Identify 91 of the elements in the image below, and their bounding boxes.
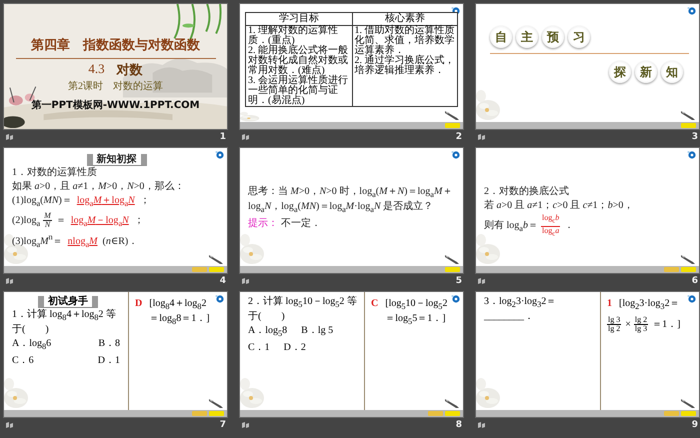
transition-icon[interactable]: [477, 277, 486, 285]
slide-text: B．lg 5: [301, 325, 334, 336]
slide-text: 3．log$_{2}$3·log$_{3}$2＝________．: [484, 296, 556, 322]
pen-icon: [680, 254, 696, 265]
slide-text: ．: [564, 220, 574, 232]
fraction-text: M N: [43, 212, 52, 229]
slide-text: [log$_{5}$10－log$_{5}$2＝log$_{5}$5＝1．]: [385, 298, 448, 328]
slide-thumbnail[interactable]: 第四章 指数函数与对数函数 4.3 对数 第2课时 对数的运算 第一PPT模板网-WWW.1PPT.COM: [3, 3, 228, 130]
answer-text: log$_{a}$M－log$_{a}$N: [70, 214, 130, 226]
slide-text: D．1: [98, 355, 120, 367]
slide-number: 8: [456, 420, 462, 430]
transition-icon[interactable]: [5, 421, 14, 429]
transition-icon[interactable]: [5, 277, 14, 285]
slide-number: 5: [456, 276, 462, 286]
slide-text: (1)log$_{a}$(MN)＝: [12, 195, 72, 206]
title-character: 习: [568, 26, 590, 48]
table-header: 核心素养: [352, 13, 457, 26]
slide-text: 思考：当 M>0，N>0 时，log$_{a}$(M＋N)＝log$_{a}$M＋log$_{a}$N，log$_{a}$(MN)＝log$_{a}$M·log$_{a}$N 是否成立？: [248, 186, 452, 212]
slide-text: A．log$_{8}$6: [12, 338, 52, 353]
slide-text: D．2: [284, 342, 306, 353]
slide-text: ；: [140, 195, 150, 206]
slide-number: 1: [220, 132, 226, 142]
slide-text: ＝1．]: [652, 318, 680, 330]
slide-text: [log$_{2}$3·log$_{3}$2＝: [619, 298, 680, 313]
pen-icon: [680, 110, 696, 121]
lesson-number: 4.3: [88, 61, 105, 78]
fraction-text: lg 2 lg 3: [634, 316, 648, 333]
pen-icon: [444, 110, 460, 121]
lesson-title: 对数: [116, 61, 143, 79]
slide-text: [log$_{8}$4＋log$_{8}$2＝log$_{8}$8＝1．]: [149, 298, 211, 328]
slide-text: 1．计算 log$_{8}$4＋log$_{8}$2 等于( ): [12, 309, 116, 335]
slide-text: B．8: [98, 338, 120, 351]
slide-number: 2: [456, 132, 462, 142]
slide-number: 9: [692, 420, 698, 430]
slide-text: A．log$_{5}$8: [248, 325, 288, 336]
site-text: 第一PPT模板网-WWW.1PPT.COM: [31, 98, 200, 112]
fraction-text: lg 3 lg 2: [607, 316, 622, 333]
slide-text: 如果 a>0，且 a≠1，M>0，N>0，那么：: [12, 181, 184, 192]
fraction-text: log$_{c}$b log$_{c}$a: [540, 214, 560, 238]
slide-text: 若 a>0 且 a≠1；c>0 且 c≠1；b>0，: [484, 200, 634, 211]
transition-icon[interactable]: [477, 421, 486, 429]
hint-label: 提示：: [248, 218, 278, 229]
slide-number: 6: [692, 276, 698, 286]
slide-text: 1．对数的运算性质: [12, 167, 97, 178]
slide-text: 不一定．: [281, 218, 321, 229]
slide-text: 2．计算 log$_{5}$10－log$_{5}$2 等于( ): [248, 296, 357, 322]
slide-text: ；: [134, 214, 144, 226]
table-cell-text: 3. 会运用运算性质进行一些简单的化简与证明．(易混点): [247, 76, 349, 106]
slide-text: (n∈R)．: [102, 236, 138, 248]
slide-number: 4: [220, 276, 226, 286]
slide-text: 则有 log$_{a}$b＝: [484, 220, 538, 232]
slide-text: ＝: [56, 214, 66, 226]
slide-text: 2．对数的换底公式: [484, 186, 569, 197]
lesson-subtitle: 第2课时 对数的运算: [68, 80, 163, 93]
slide-text: C．6: [12, 355, 34, 367]
slide-text: C．1: [248, 342, 270, 353]
slide-text: ×: [625, 318, 631, 330]
table-cell-text: 1. 理解对数的运算性质．(重点): [247, 26, 338, 46]
pen-icon: [208, 254, 224, 265]
pen-icon: [680, 398, 696, 409]
table-cell-text: 1. 借助对数的运算性质化简、求值，培养数学运算素养．: [354, 26, 456, 56]
title-character: 自: [490, 26, 512, 48]
section-header: 新知初探: [86, 154, 146, 166]
table-cell-text: 2. 通过学习换底公式，培养逻辑推理素养．: [354, 56, 456, 76]
pen-icon: [208, 398, 224, 409]
answer-letter: C: [371, 298, 378, 310]
chapter-title: 第四章 指数函数与对数函数: [31, 36, 200, 54]
title-character: 主: [516, 26, 538, 48]
answer-letter: 1: [607, 298, 612, 310]
section-header: 初试身手: [38, 296, 98, 308]
answer-letter: D: [135, 298, 142, 310]
transition-icon[interactable]: [477, 133, 486, 141]
table-cell-text: 2. 能用换底公式将一般对数转化成自然对数或常用对数．(难点): [247, 46, 349, 76]
slide-number: 7: [220, 420, 226, 430]
table-header: 学习目标: [246, 13, 352, 26]
answer-text: log$_{a}$M＋log$_{a}$N: [76, 195, 136, 206]
title-character: 新: [635, 61, 657, 83]
pen-icon: [444, 254, 460, 265]
transition-icon[interactable]: [5, 133, 14, 141]
slide-number: 3: [692, 132, 698, 142]
title-character: 探: [609, 61, 631, 83]
answer-text: nlog$_{a}$M: [66, 236, 99, 248]
slide-text: (2)log$_{a}$: [12, 214, 40, 226]
transition-icon[interactable]: [241, 421, 250, 429]
title-character: 预: [542, 26, 564, 48]
slide-text: (3)log$_{a}$M$^{n}$＝: [12, 236, 63, 248]
pen-icon: [444, 398, 460, 409]
slide-thumbnail[interactable]: 学习目标 1. 理解对数的运算性质．(重点) 2. 能用换底公式将一般对数转化成自然对数或常用对数．(难点) 3. 会运用运算性质进行一些简单的化简与证明．(易混点) 核心素养 1. 借助对数的运算性质化简、求值，培养数学运算素养． 2. 通过学习换底公式，培养逻辑推理素养．: [239, 3, 464, 130]
transition-icon[interactable]: [241, 277, 250, 285]
transition-icon[interactable]: [241, 133, 250, 141]
title-character: 知: [661, 61, 683, 83]
